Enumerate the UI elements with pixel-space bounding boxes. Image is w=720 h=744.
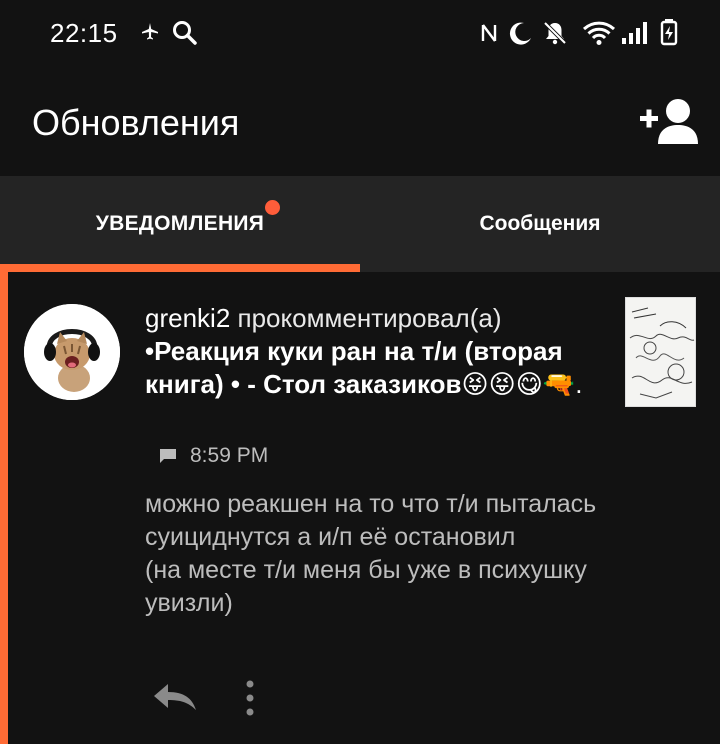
story-cover-image [626,298,695,406]
reply-icon[interactable] [150,680,200,714]
tab-messages[interactable]: Сообщения [360,176,720,272]
page-title: Обновления [32,102,240,143]
signal-icon [622,22,647,44]
story-title-link[interactable]: •Реакция куки ран на т/и (вторая книга) … [145,336,575,399]
wifi-icon [582,21,616,45]
search-icon [173,21,197,45]
add-user-icon[interactable] [638,96,700,146]
tab-notifications[interactable]: УВЕДОМЛЕНИЯ [0,176,360,272]
airplane-icon [142,23,158,40]
battery-charging-icon [660,19,678,46]
notifications-off-icon [543,21,567,45]
app-bar: Обновления [0,66,720,176]
story-cover-thumbnail[interactable] [625,297,696,407]
unread-accent-bar [0,272,8,744]
active-tab-indicator [0,264,360,272]
avatar[interactable] [24,304,120,400]
unread-badge [265,200,281,215]
cat-avatar-image [24,304,120,400]
tab-bar: УВЕДОМЛЕНИЯ Сообщения [0,176,720,272]
tab-notifications-label: УВЕДОМЛЕНИЯ [95,212,265,235]
notification-time: 8:59 PM [190,444,269,467]
notification-meta: 8:59 PM [158,444,268,468]
status-time: 22:15 [50,18,118,48]
comment-text: можно реакшен на то что т/и пыталась суи… [145,490,597,617]
notification-text[interactable]: grenki2 прокомментировал(а) •Реакция кук… [145,302,605,401]
do-not-disturb-moon-icon [509,22,531,45]
notification-action: прокомментировал(а) [230,303,502,333]
status-bar: 22:15 [0,0,720,66]
username-link[interactable]: grenki2 [145,303,230,333]
comment-icon [160,449,176,463]
more-options-icon[interactable] [238,676,262,720]
notification-trailing: . [575,369,583,399]
notification-feed: grenki2 прокомментировал(а) •Реакция кук… [0,272,720,744]
nfc-icon [481,24,497,42]
tab-messages-label: Сообщения [479,212,601,235]
